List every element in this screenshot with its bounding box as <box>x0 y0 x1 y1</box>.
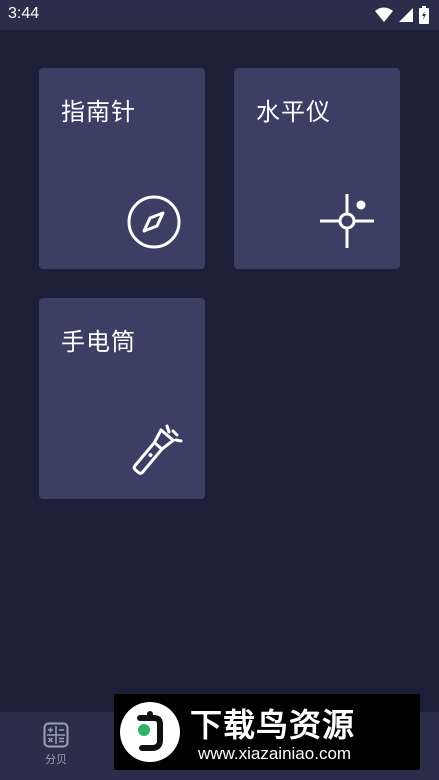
watermark-title: 下载鸟资源 <box>190 706 356 744</box>
signal-icon <box>399 8 413 22</box>
level-crosshair-icon <box>320 194 374 248</box>
compass-tile-label: 指南针 <box>61 98 136 126</box>
flashlight-icon <box>132 424 183 475</box>
compass-tile[interactable]: 指南针 <box>39 68 205 269</box>
tab-decibel-label: 分贝 <box>45 754 67 766</box>
status-bar: 3:44 <box>0 0 439 30</box>
level-tile[interactable]: 水平仪 <box>234 68 400 269</box>
status-time: 3:44 <box>8 5 40 22</box>
compass-icon <box>127 195 181 249</box>
watermark-url: www.xiazainiao.com <box>198 744 352 763</box>
bird-logo-icon <box>137 711 163 751</box>
battery-icon <box>419 6 429 24</box>
level-tile-label: 水平仪 <box>256 98 331 126</box>
calculator-icon <box>43 722 69 748</box>
flashlight-tile[interactable]: 手电筒 <box>39 298 205 499</box>
tab-decibel[interactable]: 分贝 <box>36 722 76 772</box>
watermark-logo <box>120 702 180 762</box>
watermark-banner: 下载鸟资源 www.xiazainiao.com <box>114 694 420 770</box>
wifi-icon <box>375 7 393 22</box>
status-icons <box>375 6 429 24</box>
flashlight-tile-label: 手电筒 <box>61 328 136 356</box>
